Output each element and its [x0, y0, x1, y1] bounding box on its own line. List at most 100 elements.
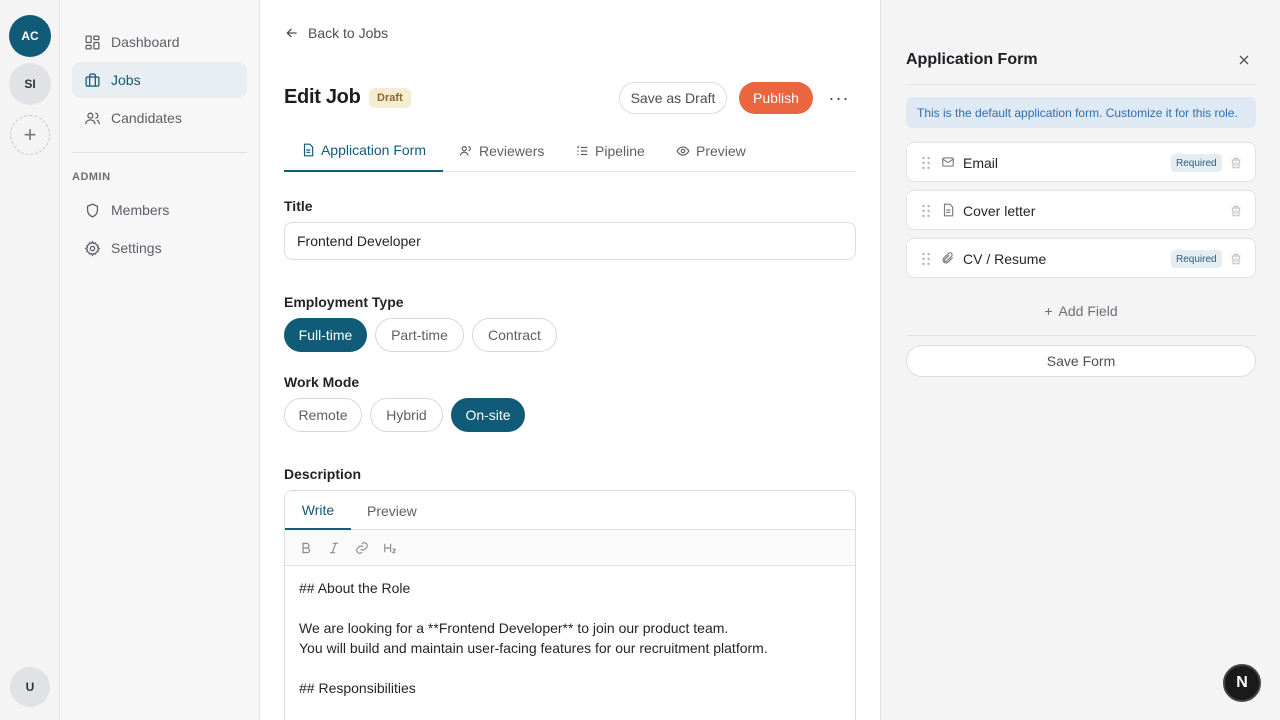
save-form-button[interactable]: Save Form [906, 345, 1256, 377]
form-field-email[interactable]: Email Required [906, 142, 1256, 182]
editor-tab-preview[interactable]: Preview [367, 491, 417, 530]
gear-icon [84, 240, 101, 256]
document-icon [943, 203, 954, 217]
panel-divider [906, 84, 1256, 85]
back-to-jobs-link[interactable]: Back to Jobs [284, 25, 388, 41]
sidebar: Dashboard Jobs Candidates ADMIN Members … [60, 0, 260, 720]
users-icon [459, 146, 471, 156]
employment-option-contract[interactable]: Contract [472, 318, 557, 352]
back-label: Back to Jobs [308, 25, 389, 41]
work-mode-option-remote[interactable]: Remote [284, 398, 362, 432]
bold-icon[interactable] [297, 539, 315, 557]
sidebar-item-label: Dashboard [111, 34, 180, 50]
editor-line: We are looking for a **Frontend Develope… [299, 620, 729, 636]
link-icon[interactable] [353, 539, 371, 557]
sidebar-item-jobs[interactable]: Jobs [72, 62, 247, 98]
sidebar-item-label: Candidates [111, 110, 182, 126]
shield-icon [86, 202, 99, 218]
form-field-cover-letter[interactable]: Cover letter [906, 190, 1256, 230]
sidebar-item-members[interactable]: Members [72, 192, 247, 228]
publish-button[interactable]: Publish [739, 82, 813, 114]
editor-line: You will build and maintain user-facing … [299, 640, 768, 656]
sidebar-item-dashboard[interactable]: Dashboard [72, 24, 247, 60]
sidebar-divider [72, 152, 247, 153]
add-workspace-button[interactable]: + [10, 115, 50, 155]
editor-toolbar [285, 530, 855, 566]
main-content: Back to Jobs Edit Job Draft Save as Draf… [260, 0, 880, 720]
employment-option-part-time[interactable]: Part-time [375, 318, 464, 352]
sidebar-item-label: Settings [111, 240, 162, 256]
title-input[interactable]: Frontend Developer [284, 222, 856, 260]
briefcase-icon [85, 72, 100, 87]
file-icon [303, 143, 314, 157]
tab-label: Application Form [320, 142, 427, 158]
form-field-cv-resume[interactable]: CV / Resume Required [906, 238, 1256, 278]
paperclip-icon [942, 252, 954, 264]
workspace-avatar-ac[interactable]: AC [9, 15, 51, 57]
status-badge: Draft [369, 88, 411, 108]
tab-application-form[interactable]: Application Form [284, 130, 443, 172]
panel-divider [906, 335, 1256, 336]
tab-label: Pipeline [595, 143, 645, 159]
users-icon [85, 112, 100, 124]
description-label: Description [284, 466, 362, 482]
more-options-icon[interactable]: ··· [826, 85, 852, 111]
employment-type-label: Employment Type [284, 294, 404, 310]
tab-label: Preview [696, 143, 746, 159]
editor-tabs: Write Preview [285, 491, 855, 530]
save-as-draft-button[interactable]: Save as Draft [619, 82, 727, 114]
required-badge: Required [1171, 154, 1222, 172]
editor-line: ## Responsibilities [299, 680, 416, 696]
list-icon [576, 145, 588, 156]
title-field-label: Title [284, 198, 313, 214]
plus-icon: + [1044, 303, 1053, 319]
trash-icon[interactable] [1229, 252, 1243, 266]
work-mode-option-on-site[interactable]: On-site [451, 398, 525, 432]
editor-textarea[interactable]: ## About the Role We are looking for a *… [285, 566, 855, 710]
work-mode-option-hybrid[interactable]: Hybrid [370, 398, 443, 432]
drag-handle-icon[interactable] [921, 156, 931, 170]
editor-line: ## About the Role [299, 580, 411, 596]
info-banner: This is the default application form. Cu… [906, 97, 1256, 128]
page-title: Edit Job [284, 86, 361, 108]
tab-preview[interactable]: Preview [676, 130, 746, 172]
tab-pipeline[interactable]: Pipeline [575, 130, 645, 172]
tab-reviewers[interactable]: Reviewers [459, 130, 544, 172]
sidebar-item-label: Members [111, 202, 170, 218]
description-editor: Write Preview ## About the Role We are l… [284, 490, 856, 720]
add-field-label: Add Field [1058, 303, 1118, 319]
sidebar-item-candidates[interactable]: Candidates [72, 100, 247, 136]
panel-title: Application Form [906, 51, 1038, 68]
eye-icon [676, 146, 690, 156]
sidebar-item-settings[interactable]: Settings [72, 230, 247, 266]
italic-icon[interactable] [325, 539, 343, 557]
trash-icon[interactable] [1229, 204, 1243, 218]
application-form-panel: Application Form This is the default app… [880, 0, 1280, 720]
editor-tab-write[interactable]: Write [285, 491, 351, 530]
dashboard-icon [85, 34, 100, 50]
dev-tools-badge[interactable]: N [1223, 664, 1261, 702]
tab-label: Reviewers [479, 143, 545, 159]
required-badge: Required [1171, 250, 1222, 268]
field-label: Email [963, 155, 999, 171]
field-label: Cover letter [963, 203, 1036, 219]
mail-icon [942, 157, 954, 167]
workspace-rail: AC SI + U [0, 0, 60, 720]
drag-handle-icon[interactable] [921, 204, 931, 218]
close-icon[interactable] [1236, 52, 1252, 68]
user-avatar[interactable]: U [10, 667, 50, 707]
add-field-button[interactable]: + Add Field [906, 300, 1256, 322]
job-tabs: Application Form Reviewers Pipeline Prev… [284, 130, 856, 172]
arrow-left-icon [286, 28, 297, 38]
field-label: CV / Resume [963, 251, 1047, 267]
employment-option-full-time[interactable]: Full-time [284, 318, 367, 352]
work-mode-label: Work Mode [284, 374, 360, 390]
sidebar-item-label: Jobs [111, 72, 141, 88]
drag-handle-icon[interactable] [921, 252, 931, 266]
heading-icon[interactable] [381, 539, 399, 557]
workspace-avatar-si[interactable]: SI [9, 63, 51, 105]
sidebar-admin-heading: ADMIN [72, 171, 111, 183]
trash-icon[interactable] [1229, 156, 1243, 170]
